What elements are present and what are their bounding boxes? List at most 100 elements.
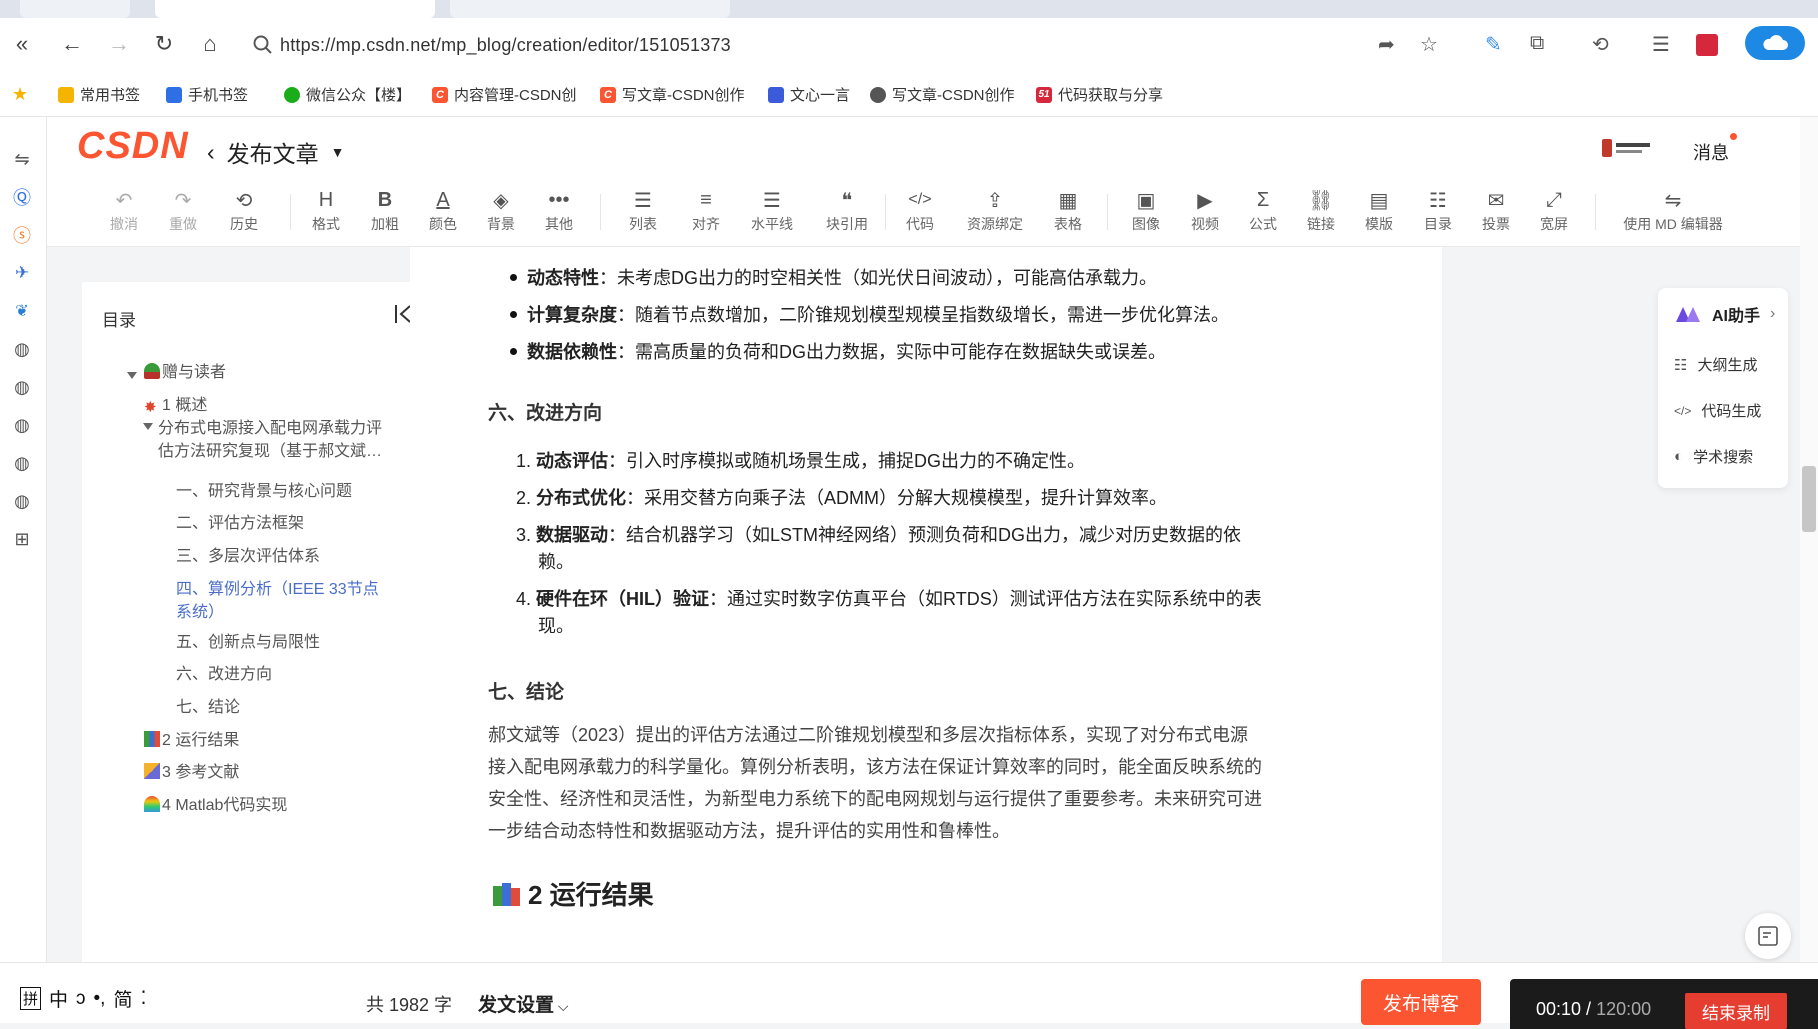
ime-chinese[interactable]: 中 xyxy=(49,985,68,1012)
expand-caret-icon[interactable] xyxy=(127,372,137,379)
globe-icon[interactable]: ◍ xyxy=(12,415,32,435)
ime-toolbar[interactable]: 拼 中 ↄ •, 简 ⁚ xyxy=(20,985,147,1012)
publish-article-title[interactable]: ‹ 发布文章 ▼ xyxy=(207,135,345,169)
browser-tab[interactable] xyxy=(20,0,130,18)
list-button[interactable]: ☰ 列表 xyxy=(613,186,673,234)
add-panel-icon[interactable]: ⊞ xyxy=(12,529,32,549)
dropdown-icon[interactable]: ▼ xyxy=(331,144,345,160)
ai-code-button[interactable]: </> 代码生成 xyxy=(1674,400,1761,421)
format-button[interactable]: H 格式 xyxy=(296,186,356,234)
extension-pen-icon[interactable]: ✎ xyxy=(1485,32,1502,57)
globe-icon[interactable]: ◍ xyxy=(12,339,32,359)
resource-binding-button[interactable]: ⇪ 资源绑定 xyxy=(965,186,1025,234)
profile-avatar[interactable] xyxy=(1696,34,1718,56)
collapse-sidebar-icon[interactable]: « xyxy=(6,28,38,60)
video-button[interactable]: ▶ 视频 xyxy=(1175,186,1235,234)
md-editor-button[interactable]: ⇋ 使用 MD 编辑器 xyxy=(1613,186,1733,234)
ai-academic-search-button[interactable]: ◐ 学术搜索 xyxy=(1674,446,1753,467)
toc-item[interactable]: 2 运行结果 xyxy=(144,729,239,752)
background-button[interactable]: ◈ 背景 xyxy=(471,186,531,234)
globe-icon[interactable]: ◍ xyxy=(12,377,32,397)
messages-link[interactable]: 消息 xyxy=(1693,139,1729,165)
bookmark-item[interactable]: C 内容管理-CSDN创 xyxy=(432,84,577,105)
bookmark-item[interactable]: 文心一言 xyxy=(768,84,850,105)
ai-assistant-header[interactable]: AI助手 › xyxy=(1674,302,1775,326)
bookmark-item[interactable]: 51 代码获取与分享 xyxy=(1036,84,1163,105)
toc-button[interactable]: ☷ 目录 xyxy=(1408,186,1468,234)
history-button[interactable]: ⟲ 历史 xyxy=(214,186,274,234)
toc-item[interactable]: 六、改进方向 xyxy=(176,663,272,686)
publish-blog-button[interactable]: 发布博客 xyxy=(1361,979,1481,1025)
csdn-logo[interactable]: CSDN xyxy=(77,125,189,168)
bookmark-item[interactable]: 手机书签 xyxy=(166,84,248,105)
weibo-icon[interactable]: ⓢ xyxy=(12,225,32,246)
code-button[interactable]: </> 代码 xyxy=(890,186,950,234)
widescreen-button[interactable]: ⤢ 宽屏 xyxy=(1524,186,1584,234)
toc-item[interactable]: 分布式电源接入配电网承载力评 xyxy=(158,417,382,440)
toc-item[interactable]: 一、研究背景与核心问题 xyxy=(176,480,352,503)
ime-simplified[interactable]: 简 xyxy=(113,985,132,1012)
toc-item[interactable]: 赠与读者 xyxy=(144,361,226,384)
favorites-star-icon[interactable]: ★ xyxy=(12,84,28,105)
cloud-button[interactable] xyxy=(1745,26,1805,60)
blockquote-button[interactable]: ❝ 块引用 xyxy=(817,186,877,234)
switch-icon[interactable]: ⇋ xyxy=(12,149,32,169)
feedback-button[interactable] xyxy=(1745,913,1791,959)
address-bar[interactable]: https://mp.csdn.net/mp_blog/creation/edi… xyxy=(240,26,1460,64)
menu-icon[interactable]: ☰ xyxy=(1652,32,1670,57)
browser-tab-active[interactable] xyxy=(155,0,435,18)
end-recording-button[interactable]: 结束录制 xyxy=(1685,993,1787,1029)
globe-icon[interactable]: ◍ xyxy=(12,453,32,473)
horizontal-rule-button[interactable]: ☰ 水平线 xyxy=(742,186,802,234)
image-button[interactable]: ▣ 图像 xyxy=(1116,186,1176,234)
bookmark-item[interactable]: 常用书签 xyxy=(58,84,140,105)
toc-item[interactable]: 七、结论 xyxy=(176,696,240,719)
scrollbar-thumb[interactable] xyxy=(1802,466,1816,532)
bird-icon[interactable]: ✈ xyxy=(12,263,32,283)
color-button[interactable]: A 颜色 xyxy=(413,186,473,234)
template-button[interactable]: ▤ 模版 xyxy=(1349,186,1409,234)
reload-icon[interactable]: ↻ xyxy=(148,28,180,60)
redo-button[interactable]: ↷ 重做 xyxy=(153,186,213,234)
toc-item[interactable]: 二、评估方法框架 xyxy=(176,512,304,535)
toc-item[interactable]: ✸ 1 概述 xyxy=(144,394,207,417)
toc-item[interactable]: 三、多层次评估体系 xyxy=(176,545,320,568)
toc-item[interactable]: 五、创新点与局限性 xyxy=(176,631,320,654)
q-search-icon[interactable]: Ⓠ xyxy=(12,187,32,208)
more-button[interactable]: ••• 其他 xyxy=(529,186,589,234)
toc-item-active[interactable]: 系统） xyxy=(176,601,224,624)
ime-moon-icon[interactable]: ↄ xyxy=(76,988,86,1010)
formula-button[interactable]: Σ 公式 xyxy=(1233,186,1293,234)
star-icon[interactable]: ☆ xyxy=(1420,32,1438,57)
bookmark-item[interactable]: C 写文章-CSDN创作 xyxy=(600,84,745,105)
table-button[interactable]: ▦ 表格 xyxy=(1038,186,1098,234)
vote-button[interactable]: ✉ 投票 xyxy=(1466,186,1526,234)
back-chevron-icon[interactable]: ‹ xyxy=(207,139,215,166)
share-icon[interactable]: ➦ xyxy=(1378,32,1395,57)
align-button[interactable]: ≡ 对齐 xyxy=(676,186,736,234)
browser-tab[interactable] xyxy=(450,0,730,18)
page-scrollbar[interactable] xyxy=(1800,117,1818,1022)
ai-outline-button[interactable]: ☷ 大纲生成 xyxy=(1674,354,1757,375)
publish-settings[interactable]: 发文设置 ⌵ xyxy=(478,990,569,1017)
vip-badge[interactable] xyxy=(1600,135,1654,161)
expand-caret-icon[interactable] xyxy=(143,423,153,430)
ime-settings-icon[interactable]: ⁚ xyxy=(140,987,146,1010)
toc-item[interactable]: 估方法研究复现（基于郝文斌… xyxy=(158,440,382,463)
undo-button[interactable]: ↶ 撤消 xyxy=(94,186,154,234)
article-editor[interactable]: 动态特性：未考虑DG出力的时空相关性（如光伏日间波动），可能高估承载力。 计算复… xyxy=(410,247,1442,963)
ime-mode-icon[interactable]: 拼 xyxy=(20,987,42,1010)
home-icon[interactable]: ⌂ xyxy=(194,28,226,60)
bold-button[interactable]: B 加粗 xyxy=(355,186,415,234)
back-icon[interactable]: ← xyxy=(56,28,88,60)
ime-punct-icon[interactable]: •, xyxy=(94,988,106,1010)
link-button[interactable]: ⛓ 链接 xyxy=(1291,186,1351,234)
globe-icon[interactable]: ◍ xyxy=(12,491,32,511)
leaf-icon[interactable]: ❦ xyxy=(12,301,32,321)
url-text[interactable]: https://mp.csdn.net/mp_blog/creation/edi… xyxy=(280,35,731,56)
bookmark-item[interactable]: 写文章-CSDN创作 xyxy=(870,84,1015,105)
forward-icon[interactable]: → xyxy=(103,28,135,60)
bookmark-item[interactable]: 微信公众【楼】 xyxy=(284,84,411,105)
toc-item[interactable]: 4 Matlab代码实现 xyxy=(144,794,287,817)
extensions-icon[interactable]: ⧉ xyxy=(1530,32,1544,55)
